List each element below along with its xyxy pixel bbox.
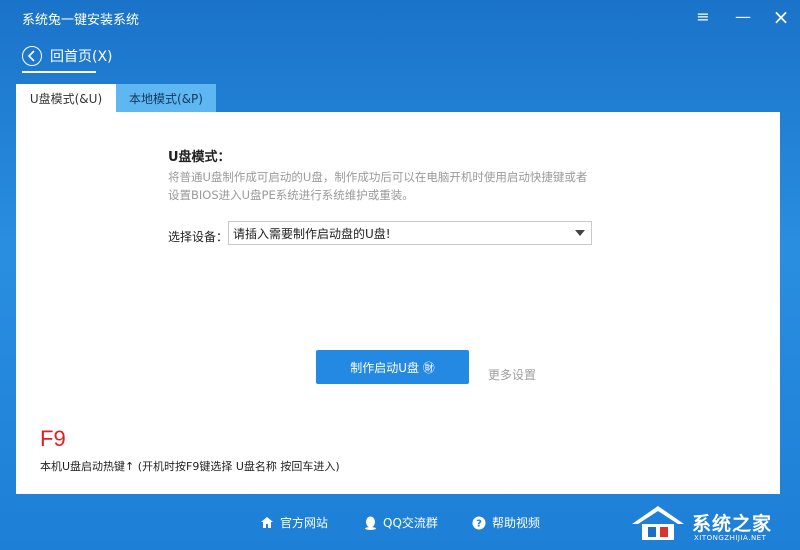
chevron-down-icon — [575, 230, 585, 236]
watermark-logo: 系统之家 XITONGZHIJIA.NET — [628, 498, 794, 546]
qq-penguin-icon — [365, 516, 376, 530]
official-site-label: 官方网站 — [280, 516, 329, 530]
tab-local-mode[interactable]: 本地模式(&P) — [116, 84, 216, 112]
window-title: 系统兔一键安装系统 — [22, 13, 140, 28]
usb-mode-panel: U盘模式： 将普通U盘制作成可启动的U盘，制作成功后可以在电脑开机时使用启动快捷… — [16, 112, 780, 494]
watermark-text: 系统之家 — [692, 512, 773, 535]
device-select-value: 请插入需要制作启动盘的U盘! — [233, 226, 391, 241]
help-video-label: 帮助视频 — [492, 516, 541, 530]
close-icon[interactable]: × — [768, 4, 794, 30]
hotkey-text: F9 — [40, 426, 66, 451]
back-underline — [22, 71, 96, 73]
help-icon: ? — [472, 516, 486, 529]
title-bar: 系统兔一键安装系统 ≡ — × — [0, 0, 800, 34]
svg-text:?: ? — [476, 518, 482, 529]
more-settings-link[interactable]: 更多设置 — [488, 366, 536, 383]
minimize-icon[interactable]: — — [730, 4, 756, 30]
back-arrow-icon — [22, 46, 42, 66]
menu-icon[interactable]: ≡ — [690, 4, 716, 30]
qq-group-link[interactable]: QQ交流群 — [364, 514, 438, 531]
device-label: 选择设备： — [168, 230, 229, 244]
home-icon — [261, 517, 273, 528]
tab-usb-mode[interactable]: U盘模式(&U) — [16, 84, 116, 112]
qq-group-label: QQ交流群 — [383, 516, 438, 530]
back-home-label: 回首页(X) — [50, 49, 113, 65]
device-select[interactable]: 请插入需要制作启动盘的U盘! — [228, 221, 592, 245]
mode-title: U盘模式： — [168, 150, 231, 165]
mode-description: 将普通U盘制作成可启动的U盘，制作成功后可以在电脑开机时使用启动快捷键或者设置B… — [168, 170, 588, 202]
official-site-link[interactable]: 官方网站 — [260, 514, 328, 531]
make-boot-usb-button[interactable]: 制作启动U盘 ㊖ — [316, 350, 469, 384]
watermark-subtext: XITONGZHIJIA.NET — [694, 534, 767, 542]
house-logo-icon — [632, 506, 684, 540]
back-home-button[interactable]: 回首页(X) — [22, 42, 113, 70]
help-video-link[interactable]: ? 帮助视频 — [472, 514, 540, 531]
hotkey-description: 本机U盘启动热键↑ (开机时按F9键选择 U盘名称 按回车进入) — [40, 460, 340, 473]
